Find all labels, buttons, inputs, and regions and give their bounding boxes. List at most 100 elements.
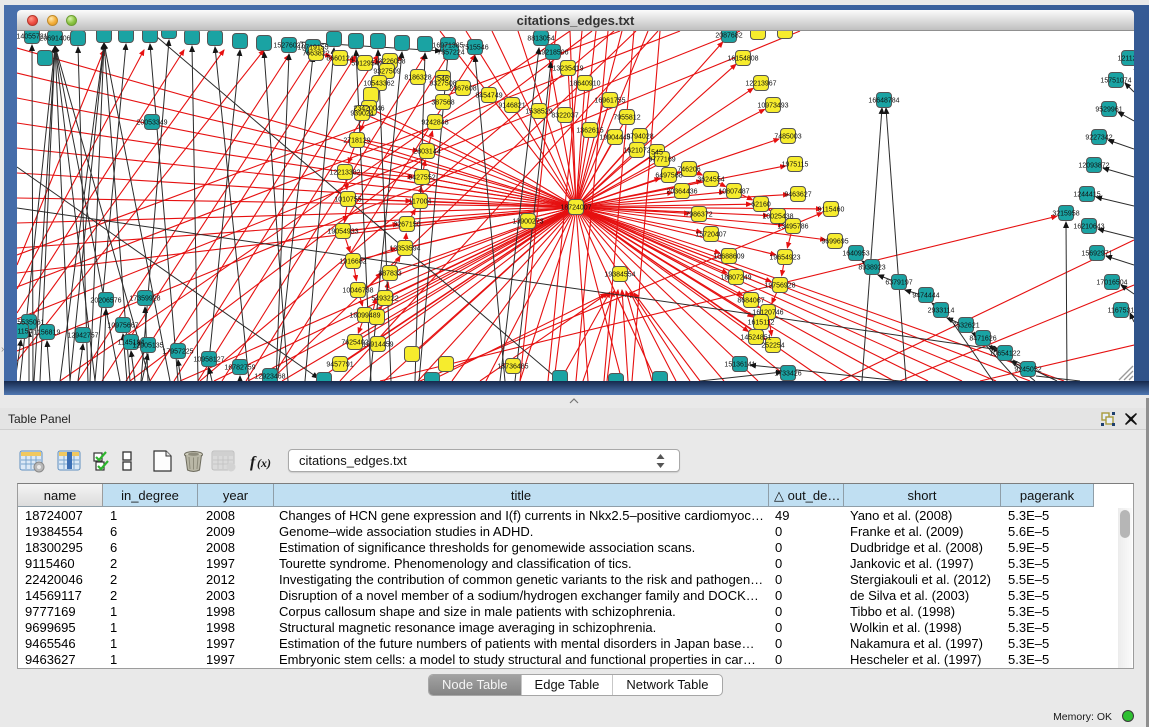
svg-text:8427552: 8427552 bbox=[408, 175, 435, 182]
svg-text:8471626: 8471626 bbox=[969, 336, 996, 343]
svg-text:20691406: 20691406 bbox=[39, 36, 70, 43]
svg-text:16210643: 16210643 bbox=[1073, 224, 1104, 231]
svg-text:7357224: 7357224 bbox=[437, 50, 464, 57]
svg-text:8660124: 8660124 bbox=[326, 56, 353, 63]
svg-text:10807487: 10807487 bbox=[718, 189, 749, 196]
svg-text:12923468: 12923468 bbox=[254, 374, 285, 381]
svg-text:8938923: 8938923 bbox=[858, 265, 885, 272]
svg-text:117004: 117004 bbox=[409, 199, 432, 206]
svg-text:9794028: 9794028 bbox=[626, 134, 653, 141]
svg-text:12942757: 12942757 bbox=[67, 333, 98, 340]
svg-text:252254: 252254 bbox=[761, 343, 784, 350]
svg-text:1010755: 1010755 bbox=[334, 197, 361, 204]
svg-text:7515546: 7515546 bbox=[461, 45, 488, 52]
svg-text:62160: 62160 bbox=[751, 202, 771, 209]
svg-text:10973493: 10973493 bbox=[757, 103, 788, 110]
svg-text:19756928: 19756928 bbox=[764, 283, 795, 290]
svg-text:8813054: 8813054 bbox=[527, 36, 554, 43]
svg-text:9457791: 9457791 bbox=[326, 362, 353, 369]
svg-text:(x): (x) bbox=[257, 456, 271, 470]
svg-text:9777169: 9777169 bbox=[648, 157, 675, 164]
svg-text:8684067: 8684067 bbox=[737, 298, 764, 305]
svg-text:9529961: 9529961 bbox=[1095, 107, 1122, 114]
svg-text:9227342: 9227342 bbox=[1085, 135, 1112, 142]
svg-text:5493222: 5493222 bbox=[371, 296, 398, 303]
svg-text:1733426: 1733426 bbox=[774, 371, 801, 378]
svg-text:7955812: 7955812 bbox=[613, 115, 640, 122]
svg-text:10958127: 10958127 bbox=[193, 357, 224, 364]
svg-text:8454749: 8454749 bbox=[475, 93, 502, 100]
svg-text:15720407: 15720407 bbox=[695, 232, 726, 239]
svg-text:17957225: 17957225 bbox=[162, 349, 193, 356]
svg-text:1244415: 1244415 bbox=[1073, 192, 1100, 199]
svg-text:9115460: 9115460 bbox=[818, 207, 845, 214]
svg-text:19384554: 19384554 bbox=[604, 272, 635, 279]
svg-text:15692971: 15692971 bbox=[1081, 251, 1112, 258]
svg-text:12213967: 12213967 bbox=[745, 81, 776, 88]
svg-text:2087682: 2087682 bbox=[715, 33, 742, 40]
svg-text:939024: 939024 bbox=[350, 111, 373, 118]
svg-text:1916682: 1916682 bbox=[339, 259, 366, 266]
svg-text:12093872: 12093872 bbox=[1078, 163, 1109, 170]
svg-text:121121: 121121 bbox=[1118, 56, 1134, 63]
svg-text:15136141: 15136141 bbox=[724, 362, 755, 369]
svg-text:20206576: 20206576 bbox=[90, 298, 121, 305]
svg-text:15535061: 15535061 bbox=[17, 320, 45, 327]
svg-text:391154: 391154 bbox=[17, 329, 33, 336]
svg-text:6379197: 6379197 bbox=[885, 280, 912, 287]
svg-text:3215958: 3215958 bbox=[1052, 211, 1079, 218]
svg-text:8322037: 8322037 bbox=[551, 113, 578, 120]
svg-text:545: 545 bbox=[651, 150, 663, 157]
svg-text:7485003: 7485003 bbox=[774, 134, 801, 141]
svg-text:1640953: 1640953 bbox=[842, 251, 869, 258]
svg-text:387568: 387568 bbox=[431, 100, 454, 107]
svg-text:19654923: 19654923 bbox=[769, 255, 800, 262]
svg-text:10025438: 10025438 bbox=[762, 214, 793, 221]
svg-text:19054933: 19054933 bbox=[327, 229, 358, 236]
svg-text:13495786: 13495786 bbox=[777, 224, 808, 231]
svg-text:15736485: 15736485 bbox=[497, 364, 528, 371]
svg-text:1621072: 1621072 bbox=[623, 148, 650, 155]
svg-text:1167531: 1167531 bbox=[1108, 308, 1134, 315]
svg-text:9474444: 9474444 bbox=[912, 293, 939, 300]
svg-text:13900273: 13900273 bbox=[512, 219, 543, 226]
svg-text:16782759: 16782759 bbox=[224, 365, 255, 372]
svg-text:10543362: 10543362 bbox=[363, 81, 394, 88]
svg-text:3624554: 3624554 bbox=[697, 177, 724, 184]
svg-text:12213382: 12213382 bbox=[329, 170, 360, 177]
svg-text:1975115: 1975115 bbox=[782, 162, 809, 169]
svg-text:10975667: 10975667 bbox=[107, 323, 138, 330]
svg-text:1362615: 1362615 bbox=[576, 128, 603, 135]
svg-text:10654122: 10654122 bbox=[989, 351, 1020, 358]
svg-text:3267150: 3267150 bbox=[393, 222, 420, 229]
svg-text:7986372: 7986372 bbox=[685, 212, 712, 219]
svg-text:6497568: 6497568 bbox=[655, 173, 682, 180]
svg-text:12905135: 12905135 bbox=[132, 343, 163, 350]
svg-text:10688609: 10688609 bbox=[713, 254, 744, 261]
svg-text:1615112: 1615112 bbox=[748, 320, 775, 327]
svg-text:16648784: 16648784 bbox=[868, 98, 899, 105]
svg-text:2718129: 2718129 bbox=[343, 138, 370, 145]
svg-text:16971385: 16971385 bbox=[432, 43, 463, 50]
svg-text:20364436: 20364436 bbox=[666, 189, 697, 196]
svg-text:1538529: 1538529 bbox=[525, 109, 552, 116]
svg-text:14524851: 14524851 bbox=[740, 335, 771, 342]
svg-text:17016504: 17016504 bbox=[1096, 280, 1127, 287]
svg-text:9699695: 9699695 bbox=[821, 239, 848, 246]
svg-text:18099489: 18099489 bbox=[349, 313, 380, 320]
svg-text:19218506: 19218506 bbox=[537, 50, 568, 57]
svg-text:13235419: 13235419 bbox=[552, 66, 583, 73]
svg-text:17359928: 17359928 bbox=[129, 296, 160, 303]
svg-text:9242848: 9242848 bbox=[421, 120, 448, 127]
svg-text:9463627: 9463627 bbox=[784, 192, 811, 199]
svg-text:13353594: 13353594 bbox=[389, 246, 420, 253]
svg-text:f: f bbox=[250, 454, 257, 471]
svg-text:18724007: 18724007 bbox=[560, 205, 591, 212]
svg-text:18640910: 18640910 bbox=[569, 81, 600, 88]
svg-text:16914459: 16914459 bbox=[362, 342, 393, 349]
svg-text:13226058: 13226058 bbox=[374, 59, 405, 66]
svg-text:20053349: 20053349 bbox=[136, 120, 167, 127]
svg-text:887833: 887833 bbox=[378, 271, 401, 278]
svg-text:2367608: 2367608 bbox=[449, 86, 476, 93]
svg-text:16154808: 16154808 bbox=[727, 56, 758, 63]
